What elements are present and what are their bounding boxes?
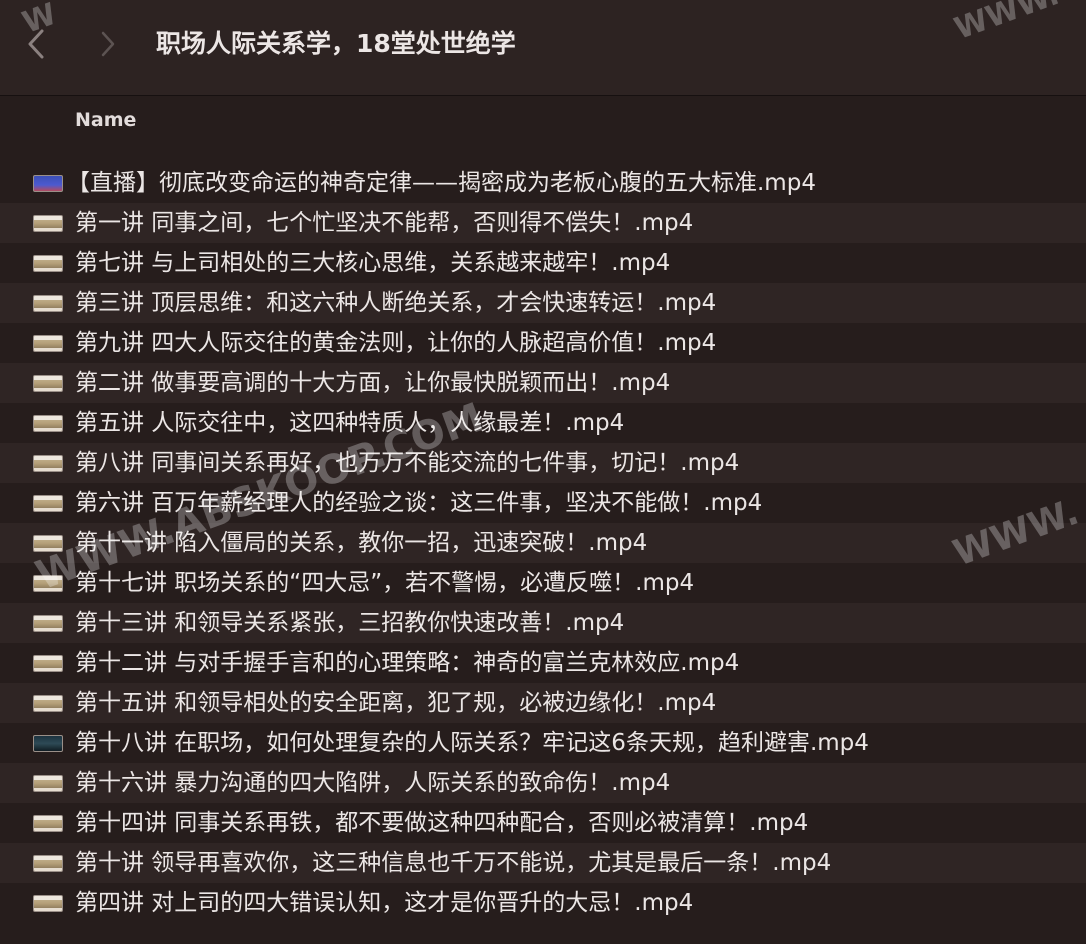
file-row[interactable]: 第五讲 人际交往中，这四种特质人，人缘最差！.mp4 xyxy=(0,403,1086,443)
video-thumbnail-icon xyxy=(33,615,63,632)
column-header-name[interactable]: Name xyxy=(75,109,136,131)
file-row[interactable]: 第七讲 与上司相处的三大核心思维，关系越来越牢！.mp4 xyxy=(0,243,1086,283)
video-thumbnail-icon xyxy=(33,815,63,832)
file-row[interactable]: 第三讲 顶层思维：和这六种人断绝关系，才会快速转运！.mp4 xyxy=(0,283,1086,323)
file-name: 第十六讲 暴力沟通的四大陷阱，人际关系的致命伤！.mp4 xyxy=(75,770,671,796)
file-name: 第七讲 与上司相处的三大核心思维，关系越来越牢！.mp4 xyxy=(75,250,671,276)
file-name: 第十一讲 陷入僵局的关系，教你一招，迅速突破！.mp4 xyxy=(75,530,648,556)
video-thumbnail-icon xyxy=(33,855,63,872)
video-thumbnail-icon xyxy=(33,335,63,352)
file-row[interactable]: 第十七讲 职场关系的“四大忌”，若不警惕，必遭反噬！.mp4 xyxy=(0,563,1086,603)
video-thumbnail-icon xyxy=(33,375,63,392)
file-row[interactable]: 第九讲 四大人际交往的黄金法则，让你的人脉超高价值！.mp4 xyxy=(0,323,1086,363)
chevron-right-icon xyxy=(101,31,115,57)
video-thumbnail-icon xyxy=(33,295,63,312)
file-name: 【直播】彻底改变命运的神奇定律——揭密成为老板心腹的五大标准.mp4 xyxy=(67,170,816,196)
file-name: 第十七讲 职场关系的“四大忌”，若不警惕，必遭反噬！.mp4 xyxy=(75,570,695,596)
column-header-bar: Name xyxy=(0,97,1086,149)
file-row[interactable]: 第八讲 同事间关系再好，也万万不能交流的七件事，切记！.mp4 xyxy=(0,443,1086,483)
file-name: 第六讲 百万年薪经理人的经验之谈：这三件事，坚决不能做！.mp4 xyxy=(75,490,763,516)
file-row[interactable]: 第十二讲 与对手握手言和的心理策略：神奇的富兰克林效应.mp4 xyxy=(0,643,1086,683)
file-row[interactable]: 第二讲 做事要高调的十大方面，让你最快脱颖而出！.mp4 xyxy=(0,363,1086,403)
file-name: 第十八讲 在职场，如何处理复杂的人际关系？牢记这6条天规，趋利避害.mp4 xyxy=(75,730,869,756)
video-thumbnail-icon xyxy=(33,895,63,912)
back-button[interactable] xyxy=(18,24,54,64)
file-name: 第一讲 同事之间，七个忙坚决不能帮，否则得不偿失！.mp4 xyxy=(75,210,694,236)
file-row[interactable]: 第十一讲 陷入僵局的关系，教你一招，迅速突破！.mp4 xyxy=(0,523,1086,563)
file-name: 第二讲 做事要高调的十大方面，让你最快脱颖而出！.mp4 xyxy=(75,370,671,396)
video-thumbnail-icon xyxy=(33,535,63,552)
file-row[interactable]: 第十五讲 和领导相处的安全距离，犯了规，必被边缘化！.mp4 xyxy=(0,683,1086,723)
file-row[interactable]: 第十三讲 和领导关系紧张，三招教你快速改善！.mp4 xyxy=(0,603,1086,643)
video-thumbnail-icon xyxy=(33,175,63,192)
forward-button[interactable] xyxy=(90,24,126,64)
file-row[interactable]: 第十四讲 同事关系再铁，都不要做这种四种配合，否则必被清算！.mp4 xyxy=(0,803,1086,843)
file-name: 第十四讲 同事关系再铁，都不要做这种四种配合，否则必被清算！.mp4 xyxy=(75,810,809,836)
file-row[interactable]: 【直播】彻底改变命运的神奇定律——揭密成为老板心腹的五大标准.mp4 xyxy=(0,163,1086,203)
window-title: 职场人际关系学，18堂处世绝学 xyxy=(156,29,516,58)
file-name: 第十讲 领导再喜欢你，这三种信息也千万不能说，尤其是最后一条！.mp4 xyxy=(75,850,832,876)
toolbar: 职场人际关系学，18堂处世绝学 xyxy=(0,0,1086,96)
file-row[interactable]: 第十八讲 在职场，如何处理复杂的人际关系？牢记这6条天规，趋利避害.mp4 xyxy=(0,723,1086,763)
video-thumbnail-icon xyxy=(33,255,63,272)
file-name: 第五讲 人际交往中，这四种特质人，人缘最差！.mp4 xyxy=(75,410,625,436)
file-name: 第十五讲 和领导相处的安全距离，犯了规，必被边缘化！.mp4 xyxy=(75,690,717,716)
video-thumbnail-icon xyxy=(33,415,63,432)
file-row[interactable]: 第十讲 领导再喜欢你，这三种信息也千万不能说，尤其是最后一条！.mp4 xyxy=(0,843,1086,883)
file-row[interactable]: 第一讲 同事之间，七个忙坚决不能帮，否则得不偿失！.mp4 xyxy=(0,203,1086,243)
file-name: 第九讲 四大人际交往的黄金法则，让你的人脉超高价值！.mp4 xyxy=(75,330,717,356)
file-name: 第十三讲 和领导关系紧张，三招教你快速改善！.mp4 xyxy=(75,610,625,636)
file-name: 第八讲 同事间关系再好，也万万不能交流的七件事，切记！.mp4 xyxy=(75,450,740,476)
file-row[interactable]: 第六讲 百万年薪经理人的经验之谈：这三件事，坚决不能做！.mp4 xyxy=(0,483,1086,523)
file-list: 【直播】彻底改变命运的神奇定律——揭密成为老板心腹的五大标准.mp4 第一讲 同… xyxy=(0,163,1086,923)
video-thumbnail-icon xyxy=(33,495,63,512)
file-name: 第三讲 顶层思维：和这六种人断绝关系，才会快速转运！.mp4 xyxy=(75,290,717,316)
file-name: 第十二讲 与对手握手言和的心理策略：神奇的富兰克林效应.mp4 xyxy=(75,650,740,676)
file-row[interactable]: 第四讲 对上司的四大错误认知，这才是你晋升的大忌！.mp4 xyxy=(0,883,1086,923)
file-row[interactable]: 第十六讲 暴力沟通的四大陷阱，人际关系的致命伤！.mp4 xyxy=(0,763,1086,803)
video-thumbnail-icon xyxy=(33,575,63,592)
video-thumbnail-icon xyxy=(33,695,63,712)
video-thumbnail-icon xyxy=(33,215,63,232)
video-thumbnail-icon xyxy=(33,455,63,472)
chevron-left-icon xyxy=(28,29,44,59)
video-thumbnail-icon xyxy=(33,735,63,752)
video-thumbnail-icon xyxy=(33,655,63,672)
video-thumbnail-icon xyxy=(33,775,63,792)
file-name: 第四讲 对上司的四大错误认知，这才是你晋升的大忌！.mp4 xyxy=(75,890,694,916)
